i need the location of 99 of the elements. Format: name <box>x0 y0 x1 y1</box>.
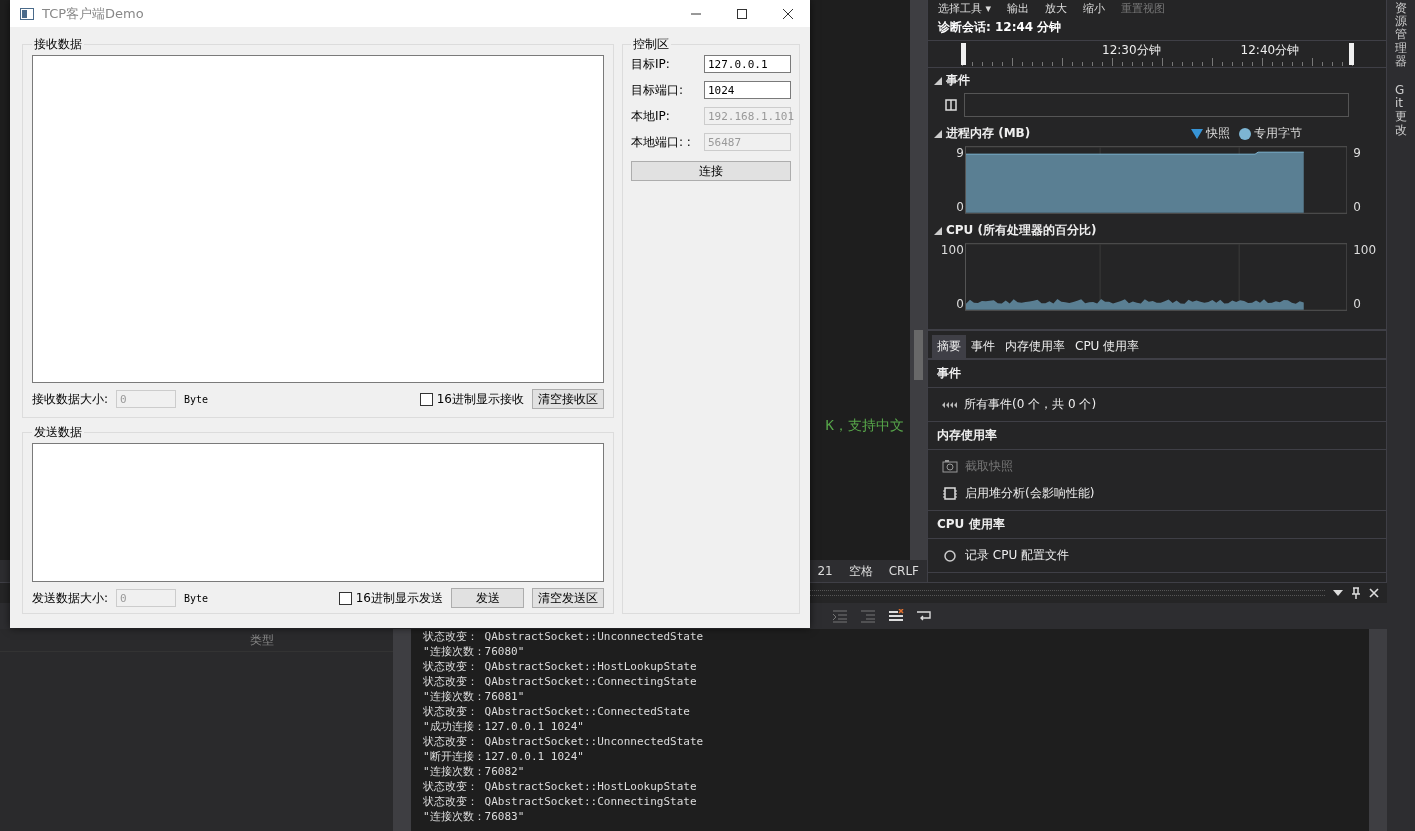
toolbar-button[interactable]: 重置视图 <box>1121 1 1166 15</box>
scrollbar[interactable] <box>393 629 411 831</box>
time-label: 12:40分钟 <box>1240 42 1300 59</box>
group-title: 接收数据 <box>33 36 83 53</box>
status-item: 21 <box>817 564 833 578</box>
toolbar-button[interactable]: 输出 <box>1007 1 1030 15</box>
scrollbar[interactable] <box>910 0 927 560</box>
dot-icon <box>1239 127 1251 140</box>
output-line: 状态改变： QAbstractSocket::UnconnectedState <box>423 629 705 644</box>
field-label: 发送数据大小: <box>32 589 109 607</box>
checkbox[interactable]: 16进制显示接收 <box>419 390 524 408</box>
field-label: 接收数据大小: <box>32 390 109 408</box>
timeline-ruler[interactable]: 12:30分钟 12:40分钟 <box>928 40 1386 68</box>
legend-label: 专用字节 <box>1254 125 1302 142</box>
axis-label: 0 <box>1353 200 1361 214</box>
group-title: 控制区 <box>632 36 670 53</box>
side-tab[interactable]: 资源管理器 <box>1395 2 1407 68</box>
legend-label: 快照 <box>1206 125 1230 142</box>
clear-button[interactable]: 清空发送区 <box>532 588 604 608</box>
section-title: CPU 使用率 <box>928 511 1386 539</box>
output-line: "断开连接：127.0.0.1 1024" <box>423 749 585 764</box>
unit-label: Byte <box>184 393 209 405</box>
tab[interactable]: 事件 <box>966 335 1000 358</box>
list-clear-icon <box>888 609 904 623</box>
tab[interactable]: CPU 使用率 <box>1070 335 1145 358</box>
text-area[interactable] <box>32 55 604 383</box>
output-line: 状态改变： QAbstractSocket::UnconnectedState <box>423 734 705 749</box>
column-header[interactable]: 类型 <box>250 631 274 649</box>
session-title: 诊断会话: 12:44 分钟 <box>937 19 1063 36</box>
collapse-icon <box>934 129 942 138</box>
connect-button[interactable]: 连接 <box>631 161 791 181</box>
axis-label: 9 <box>1353 146 1361 160</box>
dropdown-icon <box>1333 590 1343 596</box>
action-link[interactable]: 记录 CPU 配置文件 <box>928 542 1386 569</box>
section-title: 进程内存 (MB) <box>946 125 1031 142</box>
indent-icon <box>832 609 848 623</box>
output-line: 状态改变： QAbstractSocket::ConnectingState <box>423 794 698 809</box>
status-item: 空格 <box>848 562 873 580</box>
checkbox[interactable]: 16进制显示发送 <box>338 589 443 607</box>
field-label: 目标IP: <box>631 55 670 73</box>
tab[interactable]: 内存使用率 <box>1000 335 1070 358</box>
field-label: 本地端口: : <box>631 133 691 151</box>
close-icon <box>782 7 794 20</box>
collapse-icon <box>934 226 942 235</box>
camera-icon <box>942 459 958 474</box>
action-link[interactable]: 所有事件(0 个，共 0 个) <box>928 391 1386 418</box>
tab[interactable]: 摘要 <box>932 335 966 358</box>
axis-label: 0 <box>1353 297 1361 311</box>
output-line: 状态改变： QAbstractSocket::HostLookupState <box>423 659 698 674</box>
axis-label: 9 <box>956 146 964 160</box>
app-icon <box>20 7 34 20</box>
clear-button[interactable]: 清空接收区 <box>532 389 604 409</box>
output-line: 状态改变： QAbstractSocket::ConnectingState <box>423 674 698 689</box>
collapse-icon <box>934 76 942 85</box>
output-line: "连接次数：76080" <box>423 644 526 659</box>
output-line: "连接次数：76083" <box>423 809 526 824</box>
toolbar-button[interactable]: 选择工具 ▾ <box>938 1 992 15</box>
output-line: 状态改变： QAbstractSocket::HostLookupState <box>423 779 698 794</box>
section-title: CPU (所有处理器的百分比) <box>946 222 1097 239</box>
code-text: K，支持中文 <box>825 417 904 435</box>
pause-icon <box>945 99 957 111</box>
section-title: 事件 <box>946 72 970 89</box>
field-label: 本地IP: <box>631 107 670 125</box>
output-line: "连接次数：76081" <box>423 689 526 704</box>
time-label: 12:30分钟 <box>1102 42 1161 59</box>
triangle-icon <box>1191 128 1203 139</box>
status-item: CRLF <box>888 564 919 578</box>
range-handle[interactable] <box>1349 43 1354 65</box>
maximize-icon <box>736 7 748 20</box>
output-line: "成功连接：127.0.0.1 1024" <box>423 719 585 734</box>
unit-label: Byte <box>184 592 209 604</box>
output-line: "连接次数：76082" <box>423 764 526 779</box>
section-title: 事件 <box>928 360 1386 388</box>
indent-icon <box>860 609 876 623</box>
toolbar-button[interactable]: 放大 <box>1045 1 1068 15</box>
field-label: 目标端口: <box>631 81 684 99</box>
window-title: TCP客户端Demo <box>42 4 144 23</box>
send-button[interactable]: 发送 <box>451 588 524 608</box>
close-icon <box>1369 588 1379 598</box>
word-wrap-icon <box>916 609 932 623</box>
action-link[interactable]: 启用堆分析(会影响性能) <box>928 480 1386 507</box>
toolbar-button[interactable]: 缩小 <box>1083 1 1106 15</box>
circle-icon <box>942 548 958 563</box>
axis-label: 0 <box>956 200 964 214</box>
text-field[interactable]: 127.0.0.1 <box>704 55 791 73</box>
output-line: 状态改变： QAbstractSocket::ConnectedState <box>423 704 691 719</box>
scrollbar[interactable] <box>1369 629 1387 831</box>
range-handle[interactable] <box>961 43 966 65</box>
section-title: 内存使用率 <box>928 422 1386 450</box>
chip-icon <box>942 486 958 501</box>
axis-label: 0 <box>956 297 964 311</box>
pin-icon <box>1351 587 1361 599</box>
text-field[interactable]: 1024 <box>704 81 791 99</box>
text-area[interactable] <box>32 443 604 582</box>
group-title: 发送数据 <box>33 424 83 441</box>
axis-label: 100 <box>1353 243 1377 257</box>
axis-label: 100 <box>940 243 964 257</box>
side-tab[interactable]: Git 更改 <box>1395 83 1407 137</box>
chevrons-icon <box>942 401 957 408</box>
